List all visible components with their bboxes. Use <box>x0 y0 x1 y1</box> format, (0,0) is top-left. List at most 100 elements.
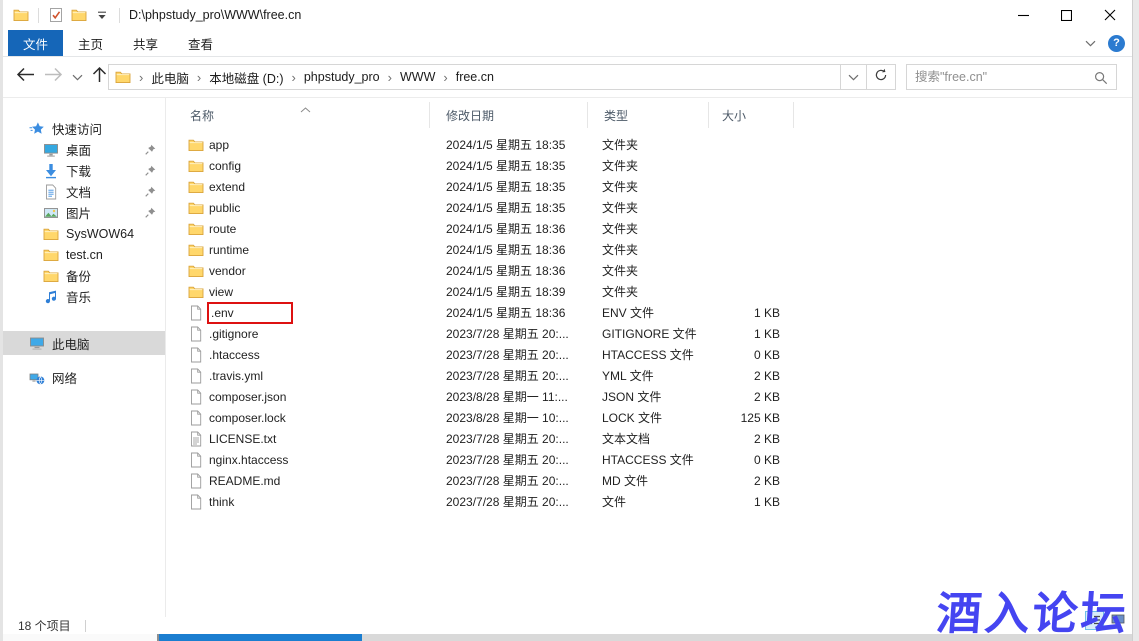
column-header-name[interactable]: 名称 <box>167 102 430 128</box>
taskbar-segment <box>0 634 157 641</box>
file-icon <box>188 347 204 363</box>
window-folder-icon[interactable] <box>13 7 29 23</box>
file-row[interactable]: view2024/1/5 星期五 18:39文件夹 <box>167 281 1132 302</box>
help-icon[interactable]: ? <box>1108 35 1125 52</box>
file-type: 文件夹 <box>588 157 709 174</box>
file-explorer-window: D:\phpstudy_pro\WWW\free.cn 文件主页共享查看 ? ›… <box>0 0 1139 641</box>
file-name-cell: .env <box>167 304 430 322</box>
file-row[interactable]: think2023/7/28 星期五 20:...文件1 KB <box>167 491 1132 512</box>
column-header-date[interactable]: 修改日期 <box>430 102 588 128</box>
tab-home[interactable]: 主页 <box>63 30 118 56</box>
address-bar[interactable]: ›此电脑›本地磁盘 (D:)›phpstudy_pro›WWW›free.cn <box>108 64 841 90</box>
sidebar-item-this-pc[interactable]: 此电脑 <box>0 331 165 355</box>
file-row[interactable]: composer.json2023/8/28 星期一 11:...JSON 文件… <box>167 386 1132 407</box>
maximize-button[interactable] <box>1045 0 1088 30</box>
address-dropdown-button[interactable] <box>841 64 867 90</box>
file-type: MD 文件 <box>588 472 709 489</box>
properties-check-icon[interactable] <box>48 7 64 23</box>
file-name-cell: composer.json <box>167 389 430 405</box>
file-row[interactable]: LICENSE.txt2023/7/28 星期五 20:...文本文档2 KB <box>167 428 1132 449</box>
refresh-button[interactable] <box>867 64 896 90</box>
file-row[interactable]: route2024/1/5 星期五 18:36文件夹 <box>167 218 1132 239</box>
sidebar-item-quick-access[interactable]: 快速访问 <box>0 118 165 139</box>
file-name: app <box>209 138 229 152</box>
back-icon[interactable] <box>16 67 35 87</box>
file-row[interactable]: composer.lock2023/8/28 星期一 10:...LOCK 文件… <box>167 407 1132 428</box>
file-row[interactable]: .travis.yml2023/7/28 星期五 20:...YML 文件2 K… <box>167 365 1132 386</box>
breadcrumb-chevron-icon[interactable]: › <box>380 70 400 85</box>
search-input[interactable] <box>907 65 1116 89</box>
breadcrumb-item-1[interactable]: 此电脑 <box>151 68 189 87</box>
breadcrumb-chevron-icon[interactable]: › <box>435 70 455 85</box>
file-name: .gitignore <box>209 327 258 341</box>
sidebar-item-label: test.cn <box>66 248 103 262</box>
minimize-button[interactable] <box>1002 0 1045 30</box>
qat-dropdown-icon[interactable] <box>94 7 110 23</box>
file-name-cell: runtime <box>167 242 430 258</box>
breadcrumb-item-4[interactable]: WWW <box>400 70 435 84</box>
file-name: nginx.htaccess <box>209 453 288 467</box>
breadcrumb-item-2[interactable]: 本地磁盘 (D:) <box>209 68 283 87</box>
up-icon[interactable] <box>92 66 107 88</box>
new-folder-icon[interactable] <box>71 7 87 23</box>
file-row[interactable]: .env2024/1/5 星期五 18:36ENV 文件1 KB <box>167 302 1132 323</box>
title-bar: D:\phpstudy_pro\WWW\free.cn <box>0 0 1139 30</box>
breadcrumb-chevron-icon[interactable]: › <box>131 70 151 85</box>
file-row[interactable]: runtime2024/1/5 星期五 18:36文件夹 <box>167 239 1132 260</box>
file-type: 文件 <box>588 493 709 510</box>
computer-icon <box>29 335 45 351</box>
file-type: LOCK 文件 <box>588 409 709 426</box>
tab-view[interactable]: 查看 <box>173 30 228 56</box>
breadcrumb-item-3[interactable]: phpstudy_pro <box>304 70 380 84</box>
chevron-down-icon <box>848 68 859 86</box>
navigation-pane: 快速访问桌面下载文档图片SysWOW64 test.cn 备份音乐此电脑网络 <box>0 98 166 617</box>
breadcrumb-item-5[interactable]: free.cn <box>456 70 494 84</box>
taskbar-active-segment <box>159 634 362 641</box>
forward-icon[interactable] <box>44 67 63 87</box>
file-name-cell: extend <box>167 179 430 195</box>
file-name: extend <box>209 180 245 194</box>
folder-icon <box>43 247 59 263</box>
ribbon-right-buttons: ? <box>1085 30 1125 56</box>
close-button[interactable] <box>1088 0 1131 30</box>
sidebar-item-documents[interactable]: 文档 <box>0 181 165 202</box>
tab-file[interactable]: 文件 <box>8 30 63 56</box>
sidebar-item-pictures[interactable]: 图片 <box>0 202 165 223</box>
sidebar-item-desktop[interactable]: 桌面 <box>0 139 165 160</box>
sidebar-item-downloads[interactable]: 下载 <box>0 160 165 181</box>
file-row[interactable]: vendor2024/1/5 星期五 18:36文件夹 <box>167 260 1132 281</box>
sidebar-item-backup[interactable]: 备份 <box>0 265 165 286</box>
sidebar-item-network[interactable]: 网络 <box>0 367 165 388</box>
file-row[interactable]: .gitignore2023/7/28 星期五 20:...GITIGNORE … <box>167 323 1132 344</box>
column-header-size[interactable]: 大小 <box>709 102 794 128</box>
window-title: D:\phpstudy_pro\WWW\free.cn <box>129 8 301 22</box>
file-date: 2023/7/28 星期五 20:... <box>430 367 588 384</box>
file-date: 2024/1/5 星期五 18:35 <box>430 136 588 153</box>
file-row[interactable]: nginx.htaccess2023/7/28 星期五 20:...HTACCE… <box>167 449 1132 470</box>
recent-locations-chevron-icon[interactable] <box>72 68 83 86</box>
file-row[interactable]: config2024/1/5 星期五 18:35文件夹 <box>167 155 1132 176</box>
breadcrumb-chevron-icon[interactable]: › <box>284 70 304 85</box>
search-icon[interactable] <box>1094 71 1108 90</box>
file-row[interactable]: extend2024/1/5 星期五 18:35文件夹 <box>167 176 1132 197</box>
background-window-edge-right <box>1132 0 1139 641</box>
tab-share[interactable]: 共享 <box>118 30 173 56</box>
watermark: 酒入论坛 <box>935 577 1132 641</box>
folder-icon <box>43 268 59 284</box>
refresh-icon <box>874 68 888 87</box>
file-size: 1 KB <box>709 495 794 509</box>
sidebar-item-test-cn[interactable]: test.cn <box>0 244 165 265</box>
sidebar-item-syswow64[interactable]: SysWOW64 <box>0 223 165 244</box>
file-row[interactable]: .htaccess2023/7/28 星期五 20:...HTACCESS 文件… <box>167 344 1132 365</box>
column-header-type[interactable]: 类型 <box>588 102 709 128</box>
quick-access-toolbar <box>13 7 122 23</box>
file-row[interactable]: README.md2023/7/28 星期五 20:...MD 文件2 KB <box>167 470 1132 491</box>
file-name-cell: .htaccess <box>167 347 430 363</box>
sidebar-item-music[interactable]: 音乐 <box>0 286 165 307</box>
file-list-pane: 名称修改日期类型大小 app 2024/1/5 星期五 18:35文件夹confi… <box>167 98 1132 617</box>
file-row[interactable]: public2024/1/5 星期五 18:35文件夹 <box>167 197 1132 218</box>
folder-icon <box>188 158 204 174</box>
file-row[interactable]: app2024/1/5 星期五 18:35文件夹 <box>167 134 1132 155</box>
breadcrumb-chevron-icon[interactable]: › <box>189 70 209 85</box>
expand-ribbon-chevron-icon[interactable] <box>1085 34 1096 52</box>
